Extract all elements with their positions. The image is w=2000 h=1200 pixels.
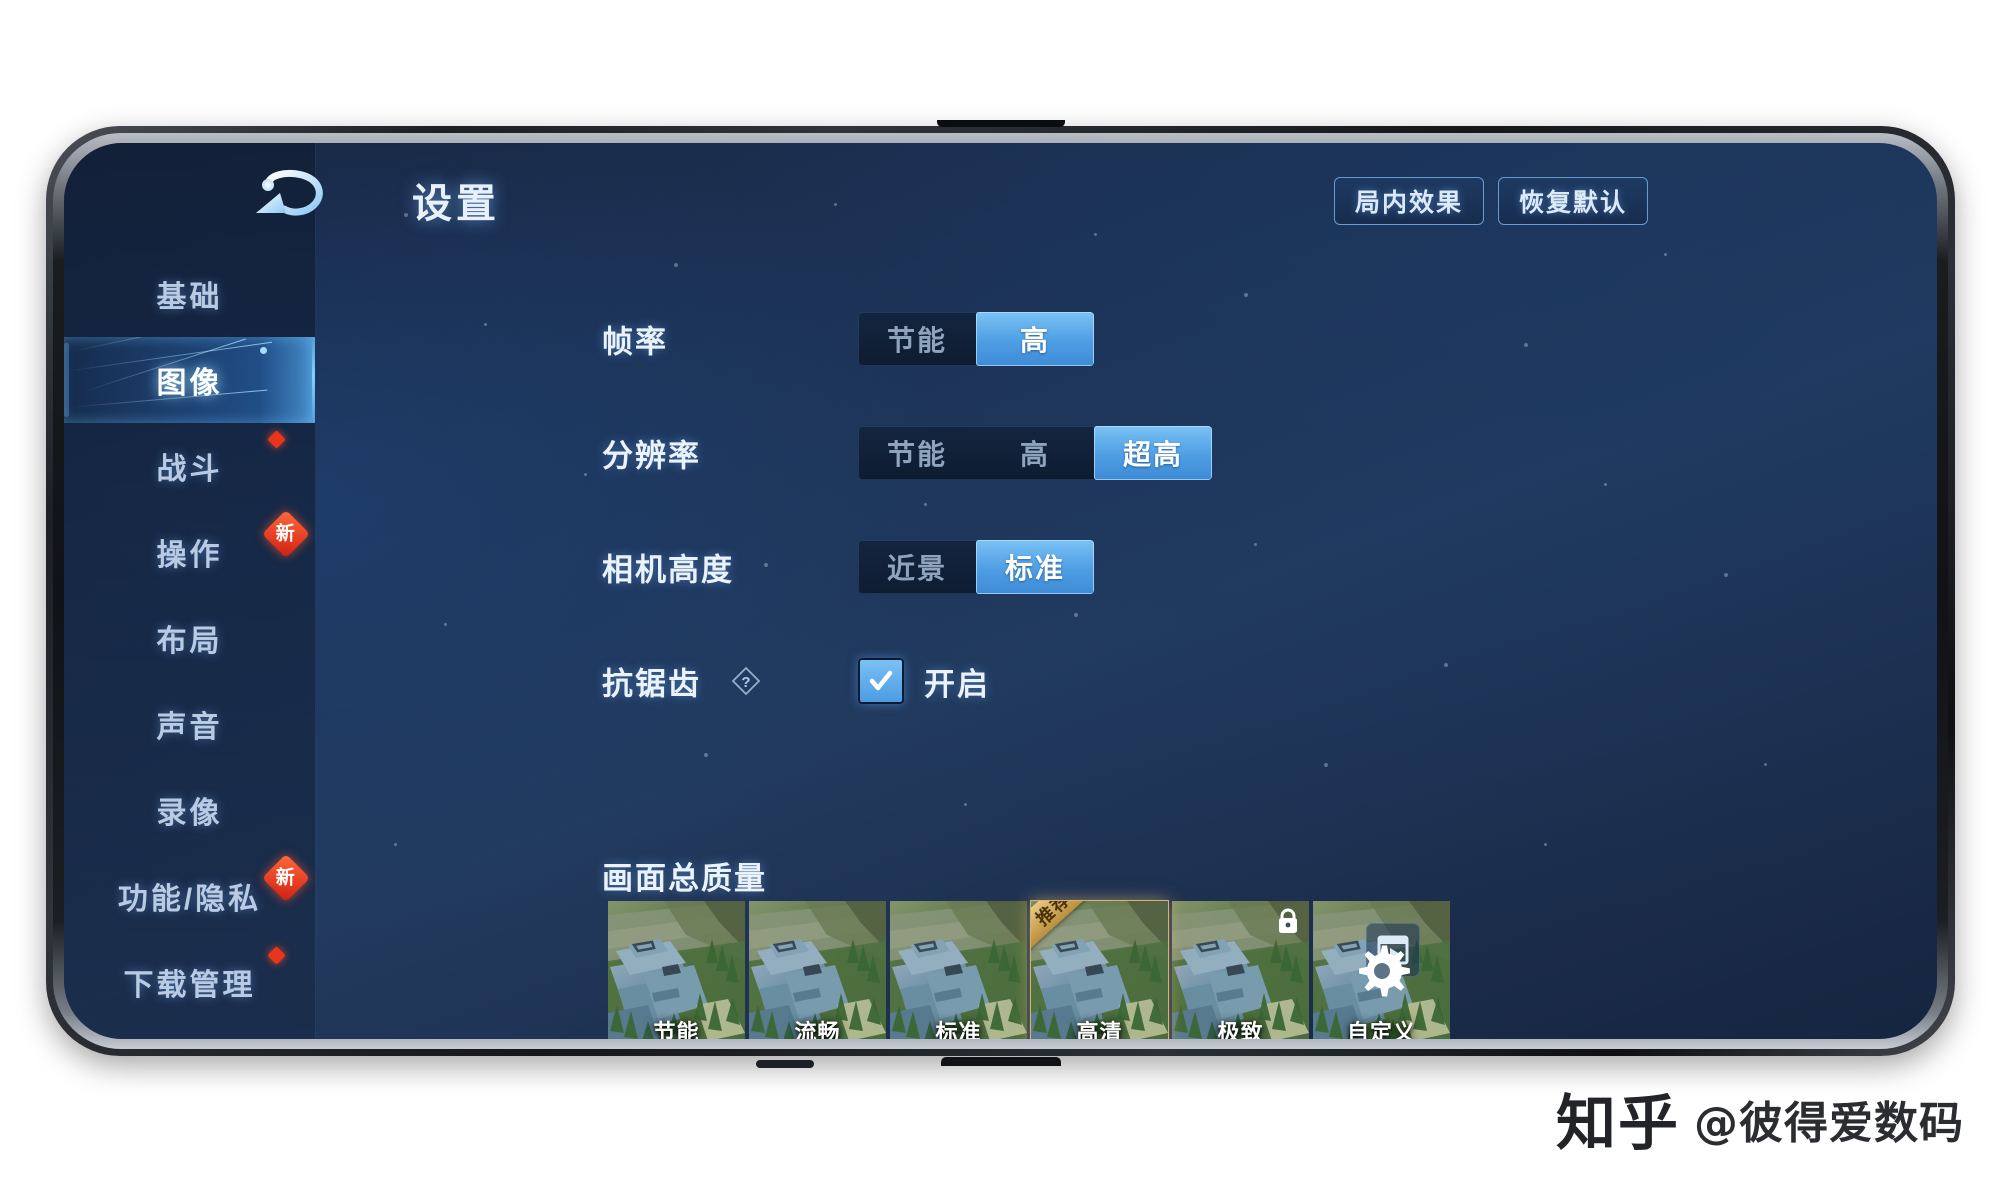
- phone-earpiece: [936, 120, 1065, 127]
- watermark: 知乎 @彼得爱数码: [1556, 1075, 1964, 1162]
- resolution-option-1[interactable]: 高: [976, 426, 1094, 480]
- sidebar-item-7[interactable]: 功能/隐私新: [64, 853, 315, 939]
- settings-content: 帧率 节能高 分辨率 节能高超高 相机高度 近景 标准 抗锯齿 ? 开启 画面总…: [316, 251, 1937, 1039]
- anti-aliasing-label: 抗锯齿: [602, 666, 701, 702]
- sidebar-item-5[interactable]: 声音: [64, 681, 315, 767]
- back-button[interactable]: [246, 169, 332, 225]
- anti-aliasing-checkbox-label: 开启: [924, 666, 990, 702]
- sidebar-item-label: 布局: [156, 625, 223, 658]
- ingame-effects-button[interactable]: 局内效果: [1334, 177, 1485, 225]
- resolution-option-0[interactable]: 节能: [858, 426, 976, 480]
- sidebar-item-label: 功能/隐私: [117, 883, 262, 916]
- sidebar-item-label: 基础: [156, 281, 223, 314]
- sidebar-item-2[interactable]: 战斗: [64, 423, 315, 509]
- sidebar-badge-new-text: 新: [276, 523, 296, 545]
- svg-text:?: ?: [741, 674, 750, 691]
- setting-row-camera-height: 相机高度 近景 标准: [316, 529, 1937, 605]
- checkbox-box: [858, 658, 904, 704]
- gear-icon: [1350, 942, 1414, 1011]
- quality-preset-tiles: 节能 流畅 标准 推荐 高清极致 自定义: [608, 900, 1450, 1039]
- quality-tile-label: 流畅: [794, 1020, 841, 1039]
- sidebar-item-1[interactable]: 图像: [64, 337, 315, 423]
- quality-tile-5[interactable]: 自定义: [1313, 901, 1450, 1039]
- frame-rate-segmented-control[interactable]: 节能高: [858, 312, 1094, 366]
- sidebar-item-label: 录像: [156, 797, 223, 830]
- quality-tile-3[interactable]: 推荐 高清: [1030, 900, 1169, 1039]
- phone-screen: 基础 图像 战斗 操作新布局 声音 录像 功能/隐私新下载管理 设置 局内效果 …: [64, 143, 1937, 1039]
- quality-tile-4[interactable]: 极致: [1172, 901, 1309, 1039]
- resolution-segmented-control[interactable]: 节能高超高: [858, 426, 1212, 480]
- sidebar-badge-dot: [267, 946, 286, 965]
- game-settings-ui: 基础 图像 战斗 操作新布局 声音 录像 功能/隐私新下载管理 设置 局内效果 …: [64, 143, 1937, 1039]
- sidebar-item-label: 操作: [156, 539, 223, 572]
- setting-row-resolution: 分辨率 节能高超高: [316, 415, 1937, 491]
- quality-tile-label: 高清: [1076, 1020, 1123, 1039]
- sidebar-item-8[interactable]: 下载管理: [64, 939, 315, 1025]
- settings-header: 设置 局内效果 恢复默认: [256, 143, 1937, 251]
- setting-row-anti-aliasing: 抗锯齿 ? 开启: [316, 643, 1937, 719]
- phone-bottom-nub: [940, 1057, 1061, 1066]
- check-icon: [869, 670, 893, 691]
- setting-row-frame-rate: 帧率 节能高: [316, 301, 1937, 377]
- quality-section-title: 画面总质量: [602, 861, 767, 896]
- quality-tile-label: 标准: [935, 1020, 982, 1039]
- back-arrow-icon: [256, 169, 323, 216]
- sidebar-item-4[interactable]: 布局: [64, 595, 315, 681]
- quality-tile-label: 自定义: [1346, 1020, 1416, 1039]
- resolution-label: 分辨率: [602, 438, 701, 474]
- sidebar-item-list: 基础 图像 战斗 操作新布局 声音 录像 功能/隐私新下载管理: [64, 251, 315, 1025]
- quality-tile-1[interactable]: 流畅: [749, 901, 886, 1039]
- sidebar-item-label: 下载管理: [123, 969, 256, 1002]
- sidebar-item-3[interactable]: 操作 新: [64, 509, 315, 595]
- sidebar-item-label: 声音: [156, 711, 223, 744]
- sidebar-item-label: 战斗: [156, 453, 223, 486]
- camera-height-segmented-control[interactable]: 近景 标准: [858, 540, 1094, 594]
- sidebar-badge-new-text: 新: [276, 867, 296, 889]
- camera-height-option-1[interactable]: 标准: [976, 540, 1094, 594]
- sidebar-item-label: 图像: [156, 367, 223, 400]
- phone-bezel: 基础 图像 战斗 操作新布局 声音 录像 功能/隐私新下载管理 设置 局内效果 …: [53, 133, 1948, 1049]
- sidebar-item-0[interactable]: 基础: [64, 251, 315, 337]
- frame-rate-label: 帧率: [602, 324, 668, 360]
- settings-sidebar: 基础 图像 战斗 操作新布局 声音 录像 功能/隐私新下载管理: [64, 143, 316, 1039]
- sidebar-badge-dot: [267, 430, 286, 449]
- watermark-logo: 知乎: [1556, 1089, 1680, 1159]
- watermark-handle: @彼得爱数码: [1694, 1097, 1964, 1149]
- page-title: 设置: [412, 182, 500, 226]
- frame-rate-option-1[interactable]: 高: [976, 312, 1094, 366]
- camera-height-label: 相机高度: [602, 552, 734, 588]
- sidebar-item-6[interactable]: 录像: [64, 767, 315, 853]
- quality-tile-2[interactable]: 标准: [890, 901, 1027, 1039]
- phone-side-button: [755, 1060, 814, 1068]
- lock-icon: [1275, 907, 1301, 940]
- quality-tile-label: 节能: [653, 1020, 700, 1039]
- sidebar-badge-new: 新: [261, 853, 311, 903]
- phone-device: 基础 图像 战斗 操作新布局 声音 录像 功能/隐私新下载管理 设置 局内效果 …: [46, 120, 1955, 1068]
- quality-tile-0[interactable]: 节能: [608, 901, 745, 1039]
- sidebar-badge-new: 新: [261, 509, 311, 559]
- quality-tile-label: 极致: [1217, 1020, 1264, 1039]
- restore-default-button[interactable]: 恢复默认: [1498, 177, 1649, 225]
- help-diamond-icon[interactable]: ?: [731, 666, 761, 696]
- anti-aliasing-checkbox[interactable]: 开启: [858, 658, 990, 704]
- frame-rate-option-0[interactable]: 节能: [858, 312, 976, 366]
- resolution-option-2[interactable]: 超高: [1094, 426, 1212, 480]
- camera-height-option-0[interactable]: 近景: [858, 540, 976, 594]
